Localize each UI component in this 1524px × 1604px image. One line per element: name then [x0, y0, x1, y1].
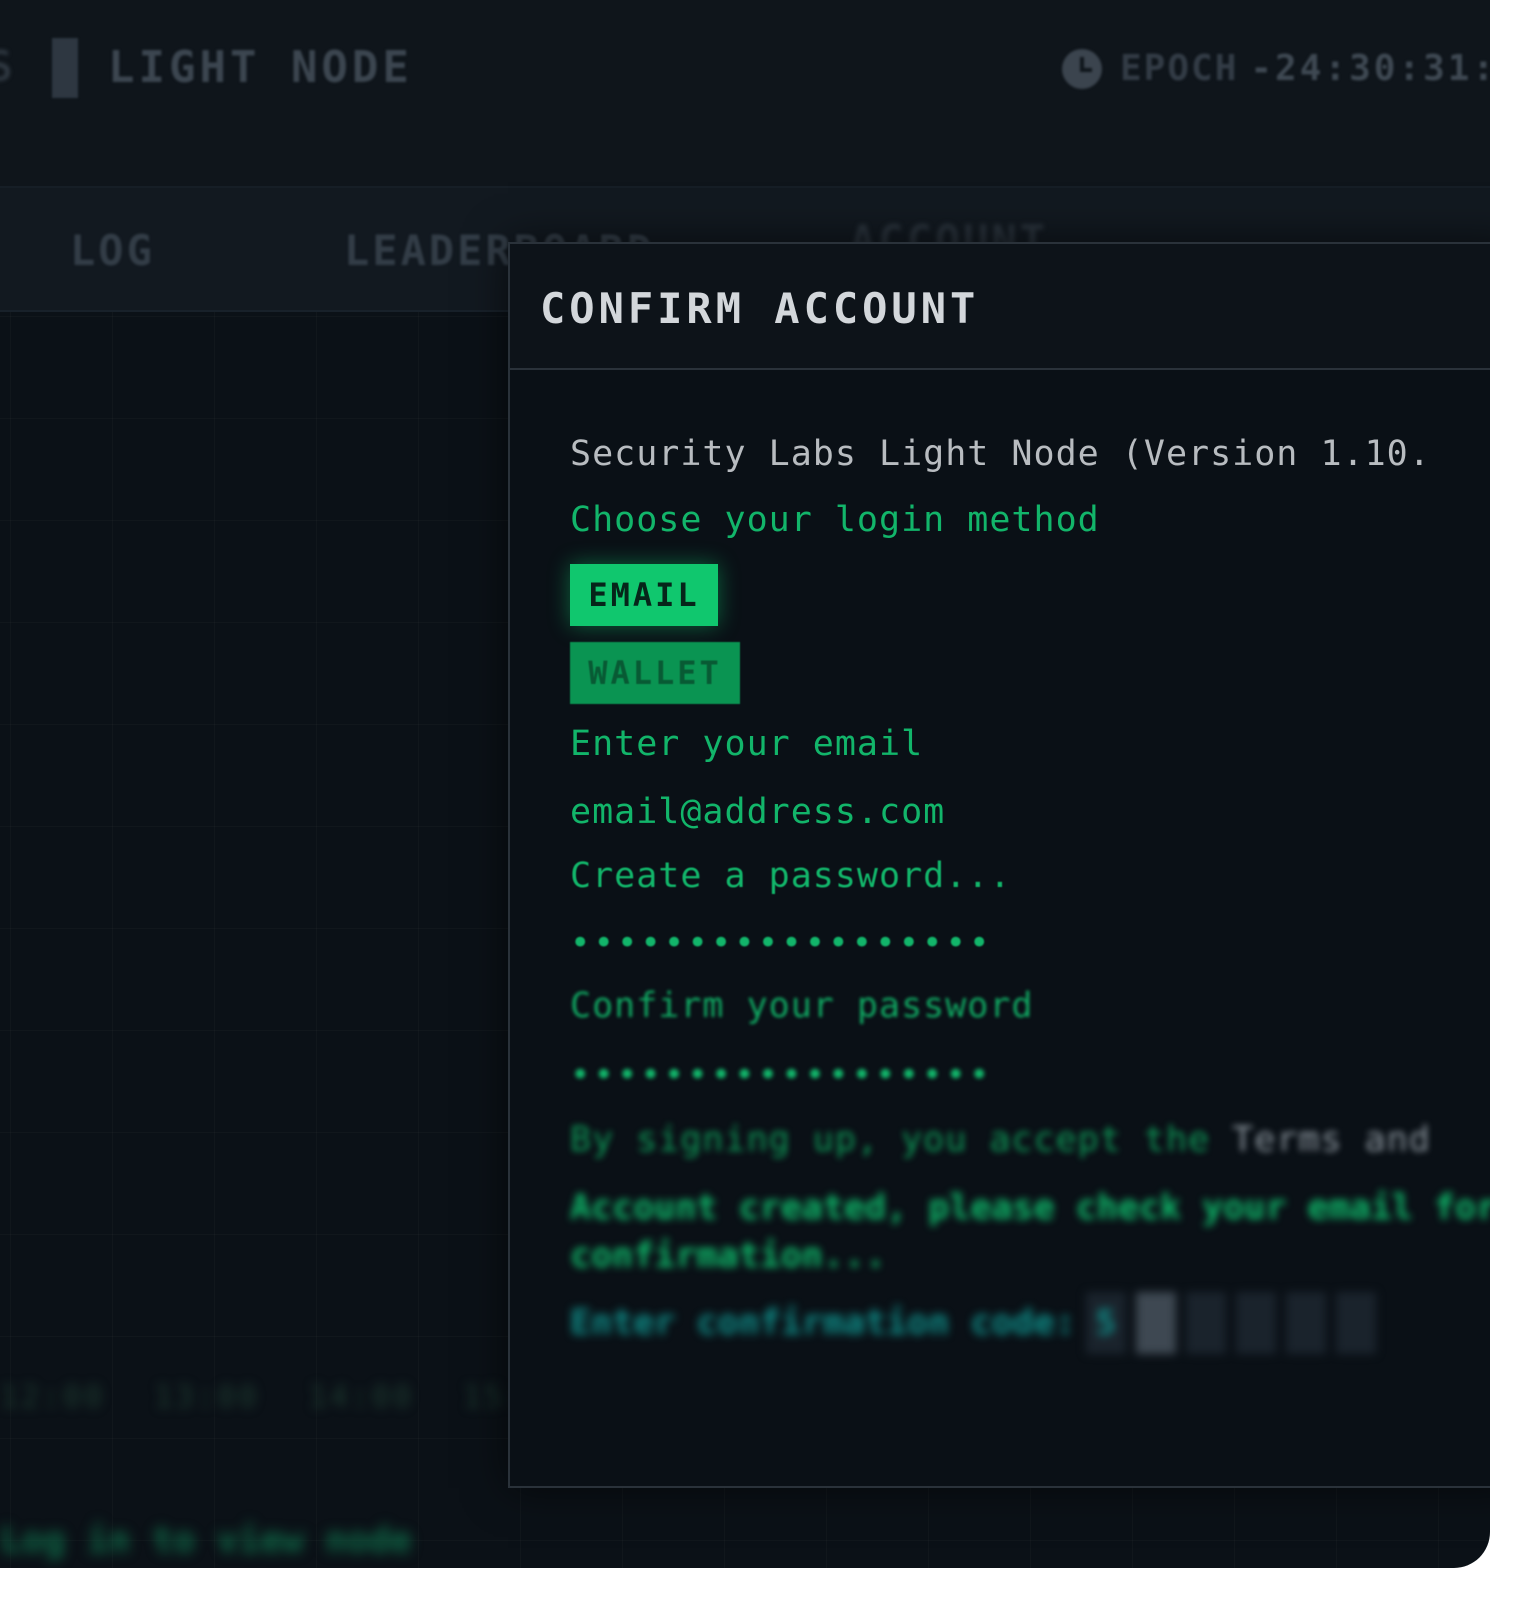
version-text: Security Labs Light Node (Version 1.10. — [570, 434, 1431, 474]
email-input[interactable] — [570, 790, 1170, 834]
code-digit-input[interactable] — [1335, 1292, 1376, 1354]
code-digit-input[interactable]: 5 — [1085, 1292, 1126, 1354]
code-digit-input[interactable] — [1235, 1292, 1276, 1354]
code-digit-input[interactable] — [1185, 1292, 1226, 1354]
email-login-button[interactable]: EMAIL — [570, 564, 718, 626]
login-hint: Log in to view node — [0, 1520, 412, 1561]
chart-timeline: 12:00 13:00 14:00 15:00 — [0, 1380, 596, 1415]
brand-logo-bar — [52, 38, 78, 98]
terms-link[interactable]: Terms and — [1232, 1120, 1431, 1160]
top-header: S LIGHT NODE EPOCH -24:30:31:2 — [0, 0, 1490, 188]
password-label: Create a password... — [570, 856, 1012, 896]
app-window: S LIGHT NODE EPOCH -24:30:31:2 LOG LEADE… — [0, 0, 1490, 1568]
password-input[interactable] — [570, 920, 1030, 966]
code-digit-input[interactable] — [1135, 1292, 1176, 1354]
modal-header: CONFIRM ACCOUNT — [510, 244, 1490, 370]
timeline-tick: 12:00 — [0, 1380, 106, 1415]
email-label: Enter your email — [570, 724, 924, 764]
confirm-password-label: Confirm your password — [570, 986, 1034, 1026]
confirm-password-input[interactable] — [570, 1052, 1030, 1098]
login-method-prompt: Choose your login method — [570, 500, 1100, 540]
confirm-account-modal: CONFIRM ACCOUNT Security Labs Light Node… — [508, 242, 1490, 1488]
modal-title: CONFIRM ACCOUNT — [540, 284, 980, 333]
timeline-tick: 13:00 — [154, 1380, 260, 1415]
epoch-label: EPOCH — [1120, 48, 1239, 89]
terms-notice: By signing up, you accept the Terms and — [570, 1120, 1431, 1160]
clock-icon — [1062, 48, 1102, 89]
wallet-login-button[interactable]: WALLET — [570, 642, 740, 704]
terms-prefix: By signing up, you accept the — [570, 1120, 1233, 1160]
account-created-message: Account created, please check your email… — [570, 1188, 1490, 1276]
code-digit-input[interactable] — [1285, 1292, 1326, 1354]
timeline-tick: 14:00 — [308, 1380, 415, 1415]
app-title: LIGHT NODE — [108, 42, 413, 93]
tab-log[interactable]: LOG — [70, 226, 155, 275]
confirmation-code-row: Enter confirmation code: 5 — [570, 1292, 1386, 1354]
confirmation-code-label: Enter confirmation code: — [570, 1303, 1076, 1343]
epoch-timer: EPOCH -24:30:31:2 — [1062, 48, 1490, 89]
epoch-value: -24:30:31:2 — [1250, 48, 1490, 89]
brand-prefix: S — [0, 44, 13, 90]
